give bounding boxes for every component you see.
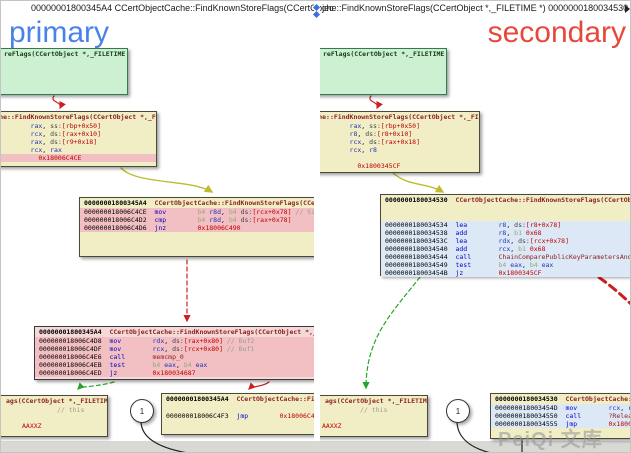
flow-edge-red — [53, 96, 61, 108]
block-load-compare[interactable]: ObjectCache::FindKnownStoreFlags(CCertOb… — [320, 111, 480, 173]
block-header: reFlags(CCertObject *,_FILETIME *) — [1, 50, 127, 59]
entry-block-green[interactable]: reFlags(CCertObject *,_FILETIME *) — [320, 48, 447, 95]
block-chain-compare[interactable]: 0000000180034530 CCertObjectCache::FindK… — [380, 194, 631, 276]
block-cmp-size[interactable]: 00000001800345A4 CCertObjectCache::FindK… — [79, 197, 314, 257]
minimized-node-1[interactable]: 1 — [130, 399, 154, 423]
instruction-row: mov rax, ss:[rbp+0x50] — [1, 122, 156, 130]
instruction-row: 0000000180034540 add rcx, b1 0x68 — [381, 245, 631, 253]
instruction-row: AAXXZ — [320, 422, 427, 430]
instruction-row: 000000018006C4CE mov b4 r8d, b4 ds:[rcx+… — [80, 208, 314, 216]
instruction-row: 000000018003453C lea rdx, ds:[rcx+0x78] — [381, 237, 631, 245]
instruction-row: 000000018006C4EB test b4 eax, b4 eax — [35, 361, 314, 369]
block-header: 0000000180034530 CCertObjectCache::FindK… — [381, 196, 631, 205]
instruction-row: 000000018006C4D6 jnz 0x18006C490 — [80, 224, 314, 232]
block-header: 00000001800345A4 CCertObjectCache::FindK… — [80, 199, 314, 208]
instruction-row: 000000018006C4ED jz 0x180034687 — [35, 369, 314, 377]
instruction-row: 0000000180034538 add r8, b1 0x68 — [381, 229, 631, 237]
instruction-row — [381, 205, 631, 213]
block-exit-left[interactable]: ags(CCertObject *,_FILETIME *)// this AAX… — [1, 395, 108, 437]
flow-edge-olive — [121, 168, 212, 192]
flow-edge-black — [457, 421, 491, 453]
instruction-row: jz 0x18006C4CE — [1, 154, 156, 162]
instruction-row — [162, 404, 314, 412]
instruction-row: 000000018006C4E6 call memcmp_0 — [35, 353, 314, 361]
block-load-compare[interactable]: ObjectCache::FindKnownStoreFlags(CCertOb… — [1, 111, 157, 167]
instruction-row — [320, 154, 479, 162]
bindiff-graph-window: 00000001800345A4 CCertObjectCache::FindK… — [0, 0, 631, 453]
instruction-row: cmp rcx, r8 — [320, 146, 479, 154]
flow-edge-red — [370, 96, 378, 108]
block-header: ags(CCertObject *,_FILETIME *) — [320, 397, 427, 406]
label-primary: primary — [9, 17, 109, 49]
flow-edge-olive — [392, 172, 443, 192]
instruction-row: // this — [1, 406, 107, 414]
splitter-handle-icon — [313, 11, 320, 18]
entry-block-green[interactable]: reFlags(CCertObject *,_FILETIME *) — [1, 48, 128, 95]
instruction-row — [320, 414, 427, 422]
instruction-row: mov r8, ds:[r8+0x10] — [320, 130, 479, 138]
instruction-row: cmp rcx, rax — [1, 146, 156, 154]
block-exit-right[interactable]: ags(CCertObject *,_FILETIME *)// this AAX… — [320, 395, 428, 437]
block-memcmp[interactable]: 00000001800345A4 CCertObjectCache::FindK… — [34, 326, 314, 380]
block-header: ObjectCache::FindKnownStoreFlags(CCertOb… — [320, 113, 479, 122]
instruction-row — [381, 213, 631, 221]
block-header: 00000001800345A4 CCertObjectCache::Find — [162, 395, 314, 404]
instruction-row: 000000018006C4D8 mov rdx, ds:[rax+0x80] … — [35, 337, 314, 345]
instruction-row: 0000000180034549 test b4 eax, b4 eax — [381, 261, 631, 269]
instruction-row: mov rax, ds:[r9+0x18] — [1, 138, 156, 146]
flow-edge-green — [366, 277, 420, 388]
instruction-row: 000000018006C4F3 jmp 0x18006C490 — [162, 412, 314, 420]
flow-edge-red — [249, 382, 269, 389]
instruction-row: mov rcx, ds:[rax+0x18] — [320, 138, 479, 146]
block-header: ObjectCache::FindKnownStoreFlags(CCertOb… — [1, 113, 156, 122]
instruction-row: AAXXZ — [1, 422, 107, 430]
watermark: PeiQi 文库 — [498, 423, 603, 452]
instruction-row: mov rcx, ds:[rax+0x10] — [1, 130, 156, 138]
minimized-node-1[interactable]: 1 — [446, 399, 470, 423]
instruction-row: // this — [320, 406, 427, 414]
block-jmp-left[interactable]: 00000001800345A4 CCertObjectCache::Find0… — [161, 393, 314, 435]
block-header: 0000000180034530 CCertObjectCache::Find — [491, 395, 631, 404]
block-header: ags(CCertObject *,_FILETIME *) — [1, 397, 107, 406]
pane-secondary[interactable]: reFlags(CCertObject *,_FILETIME *) Object… — [320, 1, 631, 453]
label-secondary: secondary — [488, 17, 626, 49]
instruction-row: 0000000180034534 lea r8, ds:[r8+0x78] — [381, 221, 631, 229]
pane-primary[interactable]: reFlags(CCertObject *,_FILETIME *) Object… — [1, 1, 314, 453]
instruction-row: jz 0x1800345CF — [320, 162, 479, 170]
instruction-row: mov rax, ss:[rbp+0x50] — [320, 122, 479, 130]
flow-edge-green — [78, 382, 114, 389]
instruction-row: 000000018006C4DF mov rcx, ds:[rcx+0x80] … — [35, 345, 314, 353]
instruction-row: 0000000180034550 call ?Release@CC — [491, 412, 631, 420]
block-header: 00000001800345A4 CCertObjectCache::FindK… — [35, 328, 314, 337]
instruction-row — [1, 414, 107, 422]
block-header: reFlags(CCertObject *,_FILETIME *) — [320, 50, 446, 59]
instruction-row: 000000018003454B jz 0x1800345CF — [381, 269, 631, 277]
instruction-row: 000000018003454D mov rcx, rax — [491, 404, 631, 412]
instruction-row: 000000018006C4D2 cmp b4 r8d, b4 ds:[rax+… — [80, 216, 314, 224]
pane-splitter[interactable] — [314, 1, 320, 441]
instruction-row: 0000000180034544 call ChainComparePublic… — [381, 253, 631, 261]
